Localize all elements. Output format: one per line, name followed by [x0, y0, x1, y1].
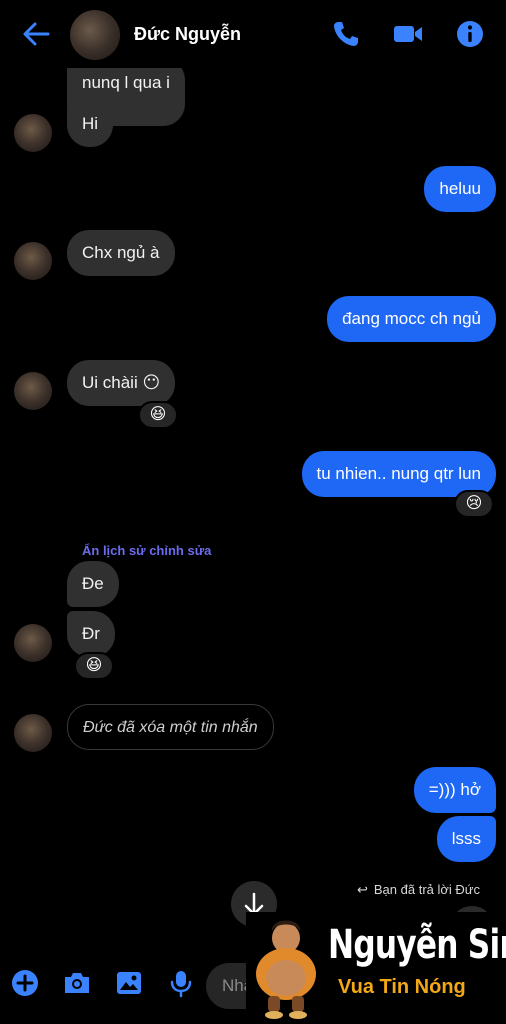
sender-avatar	[14, 624, 52, 662]
outgoing-message[interactable]: heluu	[424, 166, 496, 212]
sender-avatar	[14, 714, 52, 752]
add-icon[interactable]	[10, 968, 40, 998]
reaction-badge[interactable]: 😢	[454, 490, 494, 518]
incoming-message[interactable]: Đe	[67, 561, 119, 607]
sender-avatar	[14, 242, 52, 280]
reply-arrow-icon: ↩	[356, 882, 368, 897]
contact-avatar[interactable]	[70, 10, 120, 60]
contact-name[interactable]: Đức Nguyễn	[134, 24, 241, 45]
outgoing-message[interactable]: lsss	[436, 816, 496, 862]
camera-icon[interactable]	[62, 968, 92, 998]
phone-icon[interactable]	[330, 18, 362, 50]
reply-note-text: Bạn đã trả lời Đức	[373, 882, 480, 897]
watermark-title: Nguyễn Sin	[328, 922, 506, 968]
watermark-subtitle: Vua Tin Nóng	[338, 976, 466, 998]
incoming-message[interactable]: Đr	[67, 611, 115, 657]
incoming-message[interactable]: Ui chàii 😶	[67, 360, 176, 406]
sender-avatar	[14, 114, 52, 152]
reaction-badge[interactable]: 😆	[74, 652, 114, 680]
microphone-icon[interactable]	[166, 968, 196, 998]
reaction-badge[interactable]: 😆	[138, 401, 178, 429]
mascot-logo	[256, 920, 316, 1019]
outgoing-message[interactable]: đang mocc ch ngủ	[327, 296, 496, 342]
info-icon[interactable]	[454, 18, 486, 50]
outgoing-message[interactable]: =))) hở	[413, 767, 496, 813]
gallery-icon[interactable]	[114, 968, 144, 998]
incoming-message[interactable]: Chx ngủ à	[67, 230, 175, 276]
sender-avatar	[14, 372, 52, 410]
back-arrow-icon[interactable]	[20, 18, 52, 50]
hide-edit-history-link[interactable]: Ẩn lịch sử chỉnh sửa	[82, 543, 211, 558]
reply-note: ↩ Bạn đã trả lời Đức	[357, 882, 480, 898]
watermark: Nguyễn Sin Vua Tin Nóng	[246, 912, 506, 1024]
chat-header: Đức Nguyễn	[0, 0, 506, 68]
deleted-message: Đức đã xóa một tin nhắn	[67, 704, 274, 750]
incoming-message[interactable]: Hi	[67, 101, 114, 147]
video-call-icon[interactable]	[392, 18, 424, 50]
